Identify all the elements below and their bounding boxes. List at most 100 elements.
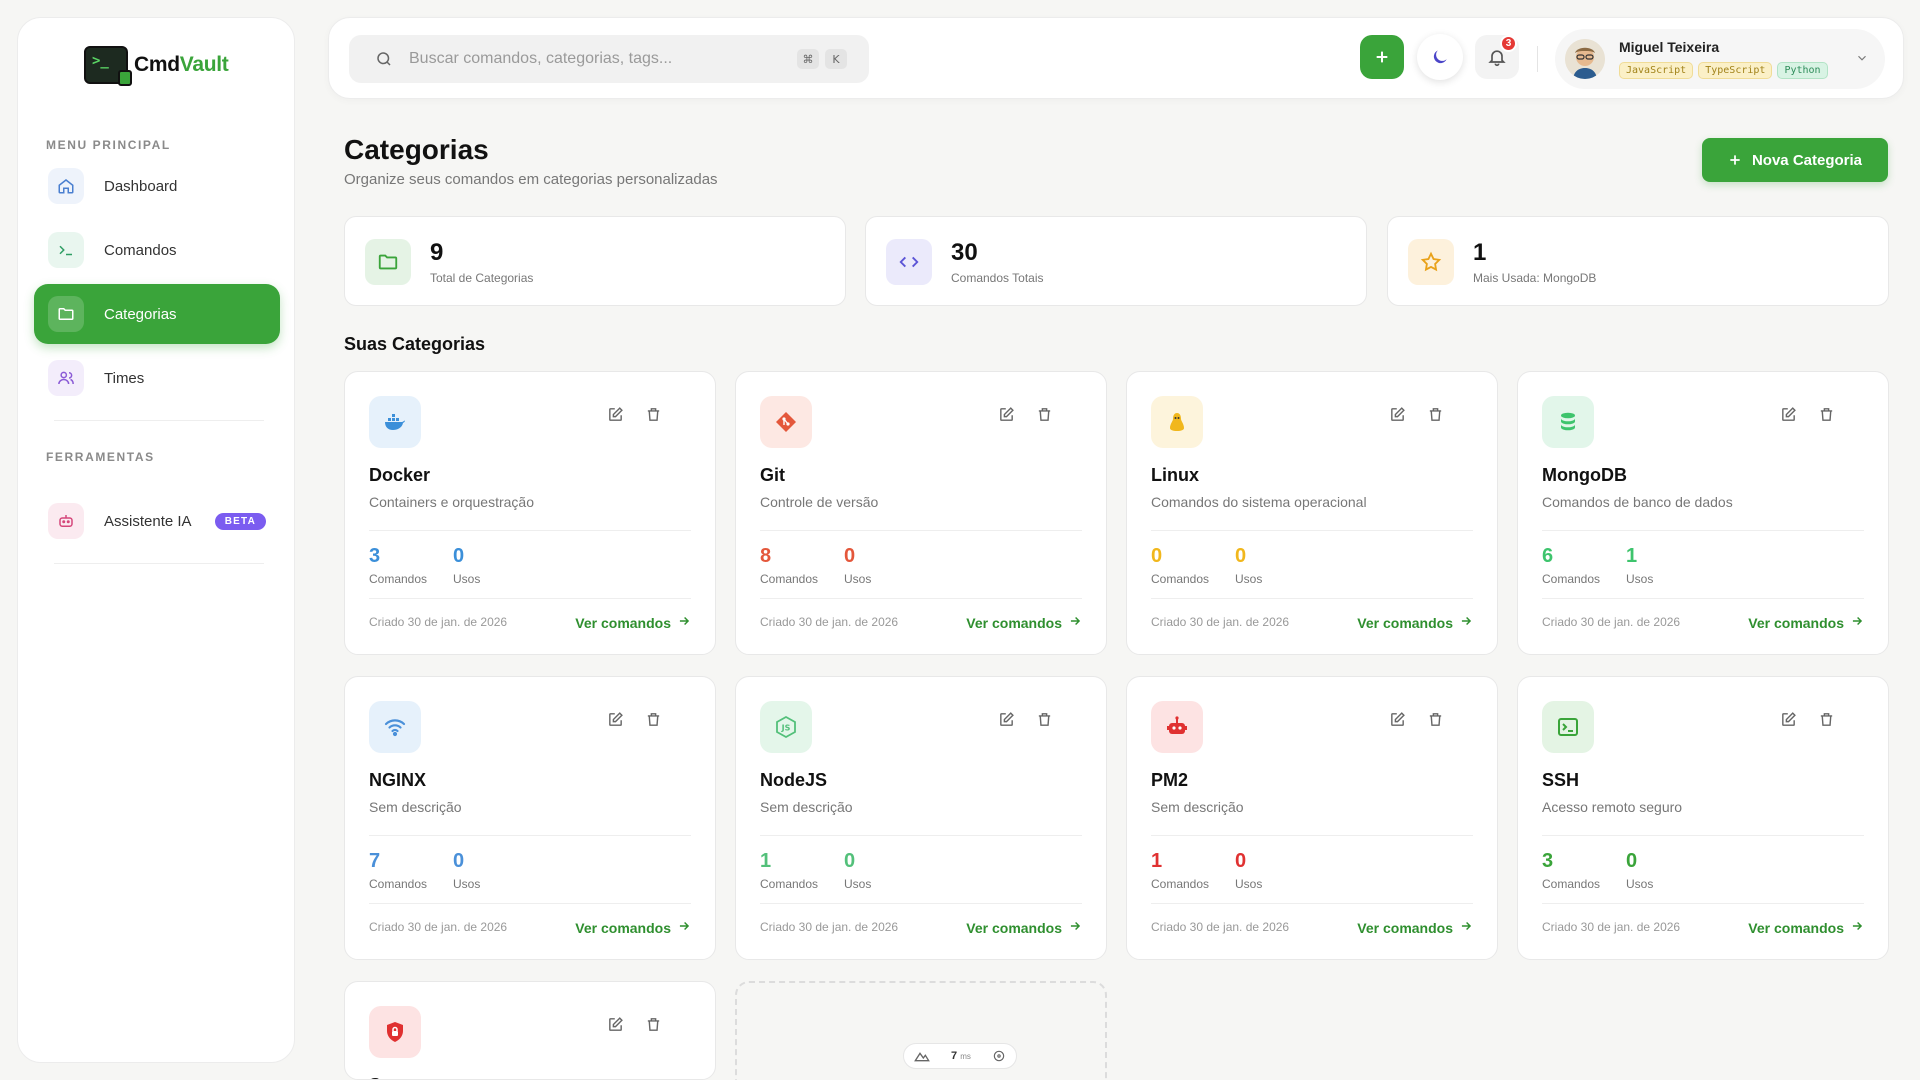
- sidebar-item-times[interactable]: Times: [34, 348, 280, 408]
- theme-toggle-button[interactable]: [1417, 34, 1463, 80]
- created-date: Criado 30 de jan. de 2026: [1151, 920, 1290, 934]
- use-count-label: Usos: [1235, 877, 1263, 891]
- view-commands-link[interactable]: Ver comandos: [1357, 614, 1473, 631]
- tools-section-label: FERRAMENTAS: [46, 450, 155, 464]
- divider: [1151, 598, 1473, 599]
- view-commands-label: Ver comandos: [1357, 614, 1453, 631]
- kbd-k: K: [825, 49, 847, 69]
- category-card-nodejs[interactable]: JS NodeJS Sem descrição 1 Comandos 0 Uso…: [735, 676, 1107, 960]
- use-count-label: Usos: [453, 877, 481, 891]
- view-commands-label: Ver comandos: [966, 919, 1062, 936]
- category-name: Linux: [1151, 465, 1199, 485]
- category-card-docker[interactable]: Docker Containers e orquestração 3 Coman…: [344, 371, 716, 655]
- sidebar: >_ CmdVault MENU PRINCIPAL Dashboard Com…: [17, 17, 295, 1063]
- sidebar-item-assistente-ia[interactable]: Assistente IA BETA: [34, 491, 280, 551]
- divider: [1151, 903, 1473, 904]
- edit-icon[interactable]: [1385, 707, 1409, 731]
- quick-add-button[interactable]: [1360, 35, 1404, 79]
- divider: [760, 530, 1082, 531]
- notification-count-badge: 3: [1500, 35, 1517, 52]
- plus-icon: [1730, 155, 1740, 165]
- user-menu[interactable]: Miguel Teixeira JavaScript TypeScript Py…: [1555, 29, 1885, 89]
- menu-section-label: MENU PRINCIPAL: [46, 138, 171, 152]
- command-count: 3: [369, 545, 381, 567]
- trash-icon[interactable]: [641, 1012, 665, 1036]
- view-commands-link[interactable]: Ver comandos: [966, 919, 1082, 936]
- new-category-button[interactable]: Nova Categoria: [1702, 138, 1888, 182]
- arrow-right-icon: [677, 614, 691, 631]
- sidebar-item-comandos[interactable]: Comandos: [34, 220, 280, 280]
- command-count: 1: [1151, 850, 1163, 872]
- edit-icon[interactable]: [1776, 402, 1800, 426]
- category-name: NGINX: [369, 770, 427, 790]
- edit-icon[interactable]: [603, 1012, 627, 1036]
- arrow-right-icon: [1068, 614, 1082, 631]
- plus-icon: [1376, 51, 1388, 63]
- page-title: Categorias: [344, 134, 489, 165]
- trash-icon[interactable]: [1423, 707, 1447, 731]
- stat-label: Total de Categorias: [430, 271, 534, 285]
- view-commands-link[interactable]: Ver comandos: [1357, 919, 1473, 936]
- notifications-button[interactable]: 3: [1475, 35, 1519, 79]
- sidebar-item-categorias[interactable]: Categorias: [34, 284, 280, 344]
- moon-icon: [1433, 50, 1447, 64]
- view-commands-link[interactable]: Ver comandos: [966, 614, 1082, 631]
- divider: [369, 903, 691, 904]
- created-date: Criado 30 de jan. de 2026: [1542, 920, 1681, 934]
- trash-icon[interactable]: [1032, 402, 1056, 426]
- created-date: Criado 30 de jan. de 2026: [1542, 615, 1681, 629]
- view-commands-link[interactable]: Ver comandos: [1748, 919, 1864, 936]
- search-bar[interactable]: ⌘ K: [349, 35, 869, 83]
- new-category-label: Nova Categoria: [1751, 151, 1863, 169]
- category-card-s[interactable]: S: [344, 981, 716, 1080]
- use-count: 0: [1235, 545, 1247, 567]
- command-count-label: Comandos: [760, 877, 819, 891]
- view-commands-link[interactable]: Ver comandos: [575, 614, 691, 631]
- category-card-mongodb[interactable]: MongoDB Comandos de banco de dados 6 Com…: [1517, 371, 1889, 655]
- command-count: 1: [760, 850, 772, 872]
- section-title: Suas Categorias: [344, 334, 486, 354]
- use-count-label: Usos: [1626, 572, 1654, 586]
- sidebar-item-dashboard[interactable]: Dashboard: [34, 156, 280, 216]
- category-card-linux[interactable]: Linux Comandos do sistema operacional 0 …: [1126, 371, 1498, 655]
- divider: [1542, 903, 1864, 904]
- edit-icon[interactable]: [603, 707, 627, 731]
- tag-typescript: TypeScript: [1698, 62, 1773, 79]
- mountain-icon: [914, 1052, 931, 1062]
- arrow-right-icon: [1459, 919, 1473, 936]
- view-commands-link[interactable]: Ver comandos: [1748, 614, 1864, 631]
- category-card-git[interactable]: Git Controle de versão 8 Comandos 0 Usos…: [735, 371, 1107, 655]
- category-card-ssh[interactable]: SSH Acesso remoto seguro 3 Comandos 0 Us…: [1517, 676, 1889, 960]
- category-card-nginx[interactable]: NGINX Sem descrição 7 Comandos 0 Usos Cr…: [344, 676, 716, 960]
- edit-icon[interactable]: [1385, 402, 1409, 426]
- category-description: Sem descrição: [369, 799, 462, 815]
- terminal-lock-logo-icon: >_: [84, 46, 132, 86]
- category-name: S: [369, 1075, 381, 1079]
- user-skill-tags: JavaScript TypeScript Python: [1619, 62, 1828, 79]
- edit-icon[interactable]: [1776, 707, 1800, 731]
- trash-icon[interactable]: [1814, 707, 1838, 731]
- trash-icon[interactable]: [1032, 707, 1056, 731]
- use-count-label: Usos: [1626, 877, 1654, 891]
- trash-icon[interactable]: [641, 402, 665, 426]
- stat-total-categories: 9 Total de Categorias: [344, 216, 846, 306]
- arrow-right-icon: [1850, 919, 1864, 936]
- edit-icon[interactable]: [603, 402, 627, 426]
- category-name: MongoDB: [1542, 465, 1627, 485]
- category-card-pm2[interactable]: PM2 Sem descrição 1 Comandos 0 Usos Cria…: [1126, 676, 1498, 960]
- edit-icon[interactable]: [994, 402, 1018, 426]
- logo[interactable]: >_ CmdVault: [84, 46, 229, 86]
- created-date: Criado 30 de jan. de 2026: [760, 615, 899, 629]
- command-count: 3: [1542, 850, 1554, 872]
- command-count-label: Comandos: [369, 877, 428, 891]
- trash-icon[interactable]: [1423, 402, 1447, 426]
- search-input[interactable]: [409, 50, 769, 68]
- topbar: ⌘ K 3 Miguel Teixeira JavaScript TypeScr…: [328, 17, 1904, 99]
- edit-icon[interactable]: [994, 707, 1018, 731]
- trash-icon[interactable]: [641, 707, 665, 731]
- command-count-label: Comandos: [1151, 572, 1210, 586]
- view-commands-label: Ver comandos: [966, 614, 1062, 631]
- trash-icon[interactable]: [1814, 402, 1838, 426]
- divider: [1542, 598, 1864, 599]
- view-commands-link[interactable]: Ver comandos: [575, 919, 691, 936]
